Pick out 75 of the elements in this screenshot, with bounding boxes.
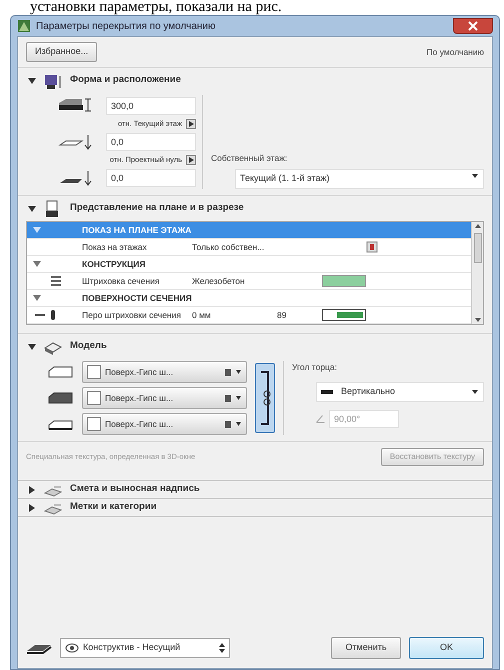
caption-text: установки параметры, показали на рис. (29, 0, 283, 15)
home-story-dropdown[interactable]: Текущий (1. 1-й этаж) (235, 169, 484, 189)
row-label: ПОВЕРХНОСТИ СЕЧЕНИЯ (82, 292, 192, 304)
surface-dropdown[interactable]: Поверх.-Гипс ш... (82, 361, 247, 383)
close-icon (468, 21, 478, 31)
dropdown-value: Вертикально (341, 385, 396, 398)
row-label: Штриховка сечения (82, 274, 160, 288)
dropdown-value: Конструктив - Несущий (83, 641, 182, 654)
row-label: Перо штриховки сечения (82, 308, 182, 322)
pen-number: 89 (277, 308, 288, 322)
edge-angle-dropdown[interactable]: Вертикально (316, 382, 484, 402)
dropdown-caret-icon (471, 388, 479, 396)
group-row[interactable]: КОНСТРУКЦИЯ (27, 256, 471, 273)
play-arrow-icon (187, 120, 195, 128)
hatch-icon (51, 275, 61, 287)
row-label: ПОКАЗ НА ПЛАНЕ ЭТАЖА (82, 224, 192, 236)
lock-caret-icon (224, 419, 242, 429)
surface-name: Поверх.-Гипс ш... (105, 418, 174, 430)
home-story-label: Собственный этаж: (211, 152, 288, 165)
play-arrow-icon (187, 156, 195, 164)
reference-dropdown-button[interactable] (186, 119, 196, 129)
story-icon[interactable] (366, 241, 378, 253)
row-value: 0 мм (192, 308, 212, 322)
row-label: КОНСТРУКЦИЯ (82, 258, 147, 270)
tree-row[interactable]: Штриховка сечения Железобетон (27, 273, 471, 290)
slab-surface-icon (48, 365, 74, 379)
reference-dropdown-button[interactable] (186, 155, 196, 165)
default-label: По умолчанию (426, 46, 484, 58)
surface-name: Поверх.-Гипс ш... (105, 366, 174, 378)
group-row[interactable]: ПОВЕРХНОСТИ СЕЧЕНИЯ (27, 290, 471, 307)
edge-angle-label: Угол торца: (292, 361, 338, 374)
section-title: Модель (70, 339, 107, 354)
updown-caret-icon (219, 643, 225, 653)
favorites-button[interactable]: Избранное... (26, 42, 98, 62)
chain-link-icon (259, 368, 271, 428)
app-icon (17, 19, 31, 33)
window-title: Параметры перекрытия по умолчанию (36, 20, 216, 34)
input-field[interactable]: 0,0 (106, 133, 196, 151)
expand-arrow-icon[interactable] (28, 342, 36, 350)
section-title: Представление на плане и в разрезе (70, 201, 244, 216)
tree-row[interactable]: Показ на этажах Только собствен... (27, 239, 471, 256)
scrollbar[interactable] (471, 222, 483, 324)
collapse-arrow-icon[interactable] (28, 486, 36, 494)
angle-icon (316, 414, 325, 423)
row-value: Только собствен... (192, 240, 266, 254)
section-title: Форма и расположение (70, 73, 181, 88)
close-button[interactable] (453, 18, 493, 34)
surface-dropdown[interactable]: Поверх.-Гипс ш... (82, 413, 247, 435)
input-field[interactable]: 0,0 (106, 169, 196, 187)
scroll-down-icon (474, 316, 482, 324)
input-field[interactable]: 300,0 (106, 97, 196, 115)
cancel-button[interactable]: Отменить (331, 637, 401, 659)
ok-button[interactable]: OK (409, 637, 484, 659)
dropdown-value: Текущий (1. 1-й этаж) (240, 172, 330, 185)
fill-swatch[interactable] (322, 275, 366, 287)
chain-link-button[interactable] (255, 363, 275, 433)
pen-color-swatch[interactable] (322, 309, 366, 321)
collapse-arrow-icon[interactable] (28, 504, 36, 512)
lock-caret-icon (224, 393, 242, 403)
section-title: Смета и выносная надпись (70, 482, 200, 496)
tree-row[interactable]: Перо штриховки сечения 0 мм 89 (27, 307, 471, 324)
row-value: Железобетон (192, 274, 246, 288)
surface-dropdown[interactable]: Поверх.-Гипс ш... (82, 387, 247, 409)
dropdown-caret-icon (471, 172, 479, 180)
surface-name: Поверх.-Гипс ш... (105, 392, 174, 404)
scroll-up-icon (474, 222, 482, 230)
slab-surface-icon (48, 391, 74, 405)
layer-dropdown[interactable]: Конструктив - Несущий (60, 638, 230, 658)
expand-arrow-icon[interactable] (28, 204, 36, 212)
scroll-thumb[interactable] (474, 233, 482, 263)
section-title: Метки и категории (70, 500, 157, 514)
row-label: Показ на этажах (82, 240, 148, 254)
lock-caret-icon (224, 367, 242, 377)
layer-status-icon (65, 643, 79, 653)
expand-arrow-icon[interactable] (28, 76, 36, 84)
